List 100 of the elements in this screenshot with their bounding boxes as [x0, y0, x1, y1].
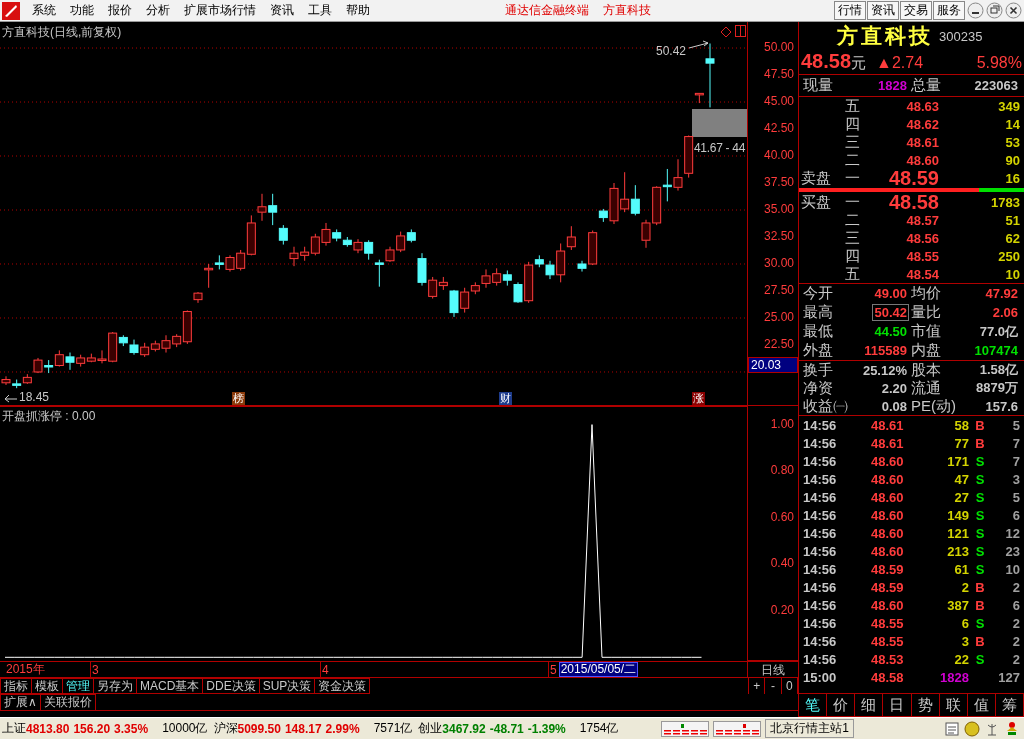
trade-volume: 47: [953, 471, 969, 487]
top-tab-button[interactable]: 资讯: [867, 1, 899, 20]
indicator-tab[interactable]: 指标: [0, 678, 32, 694]
minimize-icon[interactable]: [967, 2, 984, 19]
candle: [193, 291, 203, 304]
trade-volume: 27: [953, 489, 969, 505]
stat-value: 157.6: [984, 397, 1019, 415]
diamond-icon[interactable]: [720, 26, 732, 38]
stat-value: 77.0亿: [978, 322, 1019, 341]
axis-label: 22.50: [763, 337, 794, 351]
trade-count: 10: [1004, 561, 1020, 577]
trade-time: 15:00: [803, 669, 838, 685]
stat-label: 最高: [802, 303, 834, 322]
menu-item[interactable]: 工具: [301, 2, 339, 19]
axis-label: 45.00: [763, 94, 794, 108]
stock-name: 方直科技: [837, 23, 933, 49]
last-price: 48.58: [801, 50, 852, 73]
chart-title: 方直科技(日线,前复权): [2, 24, 122, 41]
stat-value: 8879万: [975, 379, 1019, 397]
bid-level: 二: [845, 210, 861, 230]
stock-code: 300235: [939, 28, 983, 44]
stat-label: 最低: [802, 322, 834, 341]
indicator-tab[interactable]: SUP决策: [259, 678, 316, 694]
stat-value: 107474: [973, 342, 1019, 359]
menu-item[interactable]: 系统: [25, 2, 63, 19]
stat-value: 44.50: [873, 323, 908, 340]
trade-volume: 58: [953, 417, 969, 433]
event-marker[interactable]: 榜: [232, 392, 245, 405]
menu-item[interactable]: 帮助: [339, 2, 377, 19]
top-tab-button[interactable]: 服务: [933, 1, 965, 20]
menu-item[interactable]: 分析: [139, 2, 177, 19]
event-marker[interactable]: 财: [499, 392, 512, 405]
trade-volume: 22: [953, 651, 969, 667]
volume-label: 总量: [910, 76, 942, 95]
square-icon[interactable]: [735, 25, 746, 37]
event-marker[interactable]: 涨: [692, 392, 705, 405]
axis-label: 35.00: [763, 202, 794, 216]
top-tab-button[interactable]: 行情: [834, 1, 866, 20]
trade-side: B: [974, 633, 986, 649]
trade-volume: 3: [960, 633, 969, 649]
trade-count: 23: [1004, 543, 1020, 559]
trade-time: 14:56: [803, 651, 838, 667]
trade-price: 48.53: [871, 651, 905, 667]
indicator-title: 开盘抓涨停 : 0.00: [2, 408, 96, 425]
extension-tab[interactable]: 关联报价: [40, 694, 96, 711]
trade-price: 48.59: [871, 579, 905, 595]
stat-label: 内盘: [910, 341, 942, 360]
ask-level: 二: [845, 150, 861, 170]
stat-label: 流通: [910, 378, 942, 398]
stat-value: 25.12%: [861, 361, 908, 379]
trade-price: 48.60: [871, 489, 905, 505]
candle: [492, 267, 502, 287]
candle: [289, 246, 299, 267]
coin-icon[interactable]: [964, 720, 980, 737]
trade-time: 14:56: [803, 507, 838, 523]
axis-label: 30.00: [763, 256, 794, 270]
menu-item[interactable]: 资讯: [263, 2, 301, 19]
candle: [33, 357, 43, 374]
indicator-tab[interactable]: 管理: [63, 678, 94, 694]
trade-price: 48.60: [871, 471, 905, 487]
trade-volume: 149: [946, 507, 969, 523]
trade-price: 48.60: [871, 597, 905, 613]
menu-item[interactable]: 功能: [63, 2, 101, 19]
price-unit: 元: [851, 54, 867, 73]
indicator-tab[interactable]: 另存为: [94, 678, 137, 694]
axis-label: 42.50: [763, 121, 794, 135]
indicator-tab[interactable]: DDE决策: [203, 678, 260, 694]
trade-volume: 77: [953, 435, 969, 451]
candle: [630, 184, 640, 216]
menu-item[interactable]: 报价: [101, 2, 139, 19]
axis-label: 0.40: [770, 556, 794, 571]
index-change: 148.17: [284, 721, 322, 736]
close-icon[interactable]: [1005, 2, 1022, 19]
stat-label: 股本: [910, 360, 942, 380]
index-value: 5099.50: [237, 721, 281, 736]
stat-value: 49.00: [873, 285, 908, 302]
candle: [502, 270, 512, 287]
trade-count: 5: [1011, 489, 1020, 505]
top-tab-button[interactable]: 交易: [900, 1, 932, 20]
app-logo-icon[interactable]: [1, 0, 21, 21]
candle: [22, 373, 32, 385]
indicator-tab[interactable]: 模板: [32, 678, 63, 694]
candle: [54, 349, 64, 368]
trade-time: 14:56: [803, 471, 838, 487]
indicator-tab[interactable]: MACD基本: [137, 678, 204, 694]
menu-item[interactable]: 扩展市场行情: [177, 2, 263, 19]
bid-level: 一: [845, 192, 861, 212]
document-icon[interactable]: [944, 720, 960, 737]
bid-price: 48.57: [905, 212, 939, 228]
indicator-tab[interactable]: 资金决策: [315, 678, 371, 694]
trade-volume: 171: [946, 453, 969, 469]
bid-price: 48.58: [887, 190, 939, 214]
candle: [12, 379, 22, 389]
axis-label: 32.50: [763, 229, 794, 243]
axis-label: 1.00: [770, 416, 794, 431]
trade-count: 2: [1011, 579, 1020, 595]
extension-tab[interactable]: 扩展∧: [0, 694, 41, 711]
axis-label: 27.50: [763, 283, 794, 297]
trade-side: B: [974, 597, 986, 613]
candle: [65, 352, 75, 371]
